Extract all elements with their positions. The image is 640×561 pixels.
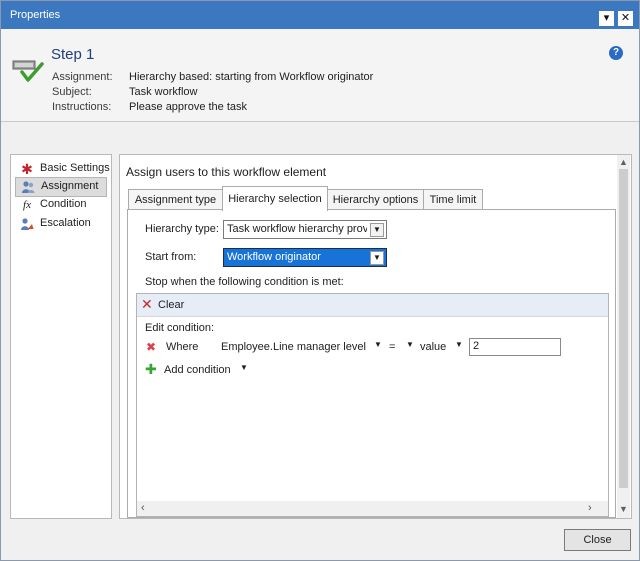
nav-item-label: Basic Settings xyxy=(40,162,110,174)
clear-label: Clear xyxy=(158,299,185,311)
condition-editor: ✕ Clear Edit condition: ✖ Where Employee… xyxy=(136,293,609,517)
nav-item-label: Condition xyxy=(40,198,87,210)
help-icon[interactable]: ? xyxy=(609,46,623,60)
function-icon: fx xyxy=(23,199,31,211)
hierarchy-type-label: Hierarchy type: xyxy=(145,223,219,235)
users-icon xyxy=(22,181,35,193)
assignment-panel: Assign users to this workflow element As… xyxy=(119,154,632,519)
red-x-icon: ✕ xyxy=(141,296,153,312)
where-label: Where xyxy=(166,341,199,353)
nav-item-label: Assignment xyxy=(41,180,99,192)
instructions-value: Please approve the task xyxy=(129,101,248,113)
scroll-down-icon[interactable]: ▼ xyxy=(617,503,630,515)
header-divider xyxy=(1,121,639,122)
subject-label: Subject: xyxy=(52,86,92,98)
vertical-scrollbar[interactable]: ▲ ▼ xyxy=(617,155,630,518)
scrollbar-thumb[interactable] xyxy=(619,169,628,488)
start-from-value: Workflow originator xyxy=(227,251,321,263)
element-nav: ✱ Basic Settings Assignment fx Condition… xyxy=(10,154,112,519)
escalation-icon xyxy=(21,218,34,230)
chevron-down-icon: ▼ xyxy=(370,251,384,265)
nav-item-label: Escalation xyxy=(40,217,91,229)
add-condition-label: Add condition xyxy=(164,364,231,376)
nav-item-escalation[interactable]: Escalation xyxy=(15,215,105,233)
condition-operator[interactable]: = xyxy=(389,341,395,353)
chevron-down-icon: ▼ xyxy=(240,363,248,372)
start-from-label: Start from: xyxy=(145,251,197,263)
close-button[interactable]: Close xyxy=(564,529,631,551)
tab-time-limit[interactable]: Time limit xyxy=(423,189,483,210)
nav-item-basic-settings[interactable]: ✱ Basic Settings xyxy=(15,160,110,178)
nav-item-assignment[interactable]: Assignment xyxy=(15,177,107,197)
properties-dialog: Properties ▾ ✕ Step 1 ? Assignment: Hier… xyxy=(0,0,640,561)
condition-field[interactable]: Employee.Line manager level xyxy=(221,341,366,353)
condition-toolbar: ✕ Clear xyxy=(137,294,608,317)
tab-content: Hierarchy type: Task workflow hierarchy … xyxy=(127,209,616,518)
condition-value-input[interactable]: 2 xyxy=(469,338,561,356)
instructions-label: Instructions: xyxy=(52,101,112,113)
chevron-down-icon: ▼ xyxy=(370,223,384,237)
chevron-down-icon[interactable]: ▼ xyxy=(406,340,414,349)
remove-condition-icon[interactable]: ✖ xyxy=(146,340,156,354)
stop-condition-label: Stop when the following condition is met… xyxy=(145,276,344,288)
chevron-down-icon[interactable]: ▼ xyxy=(374,340,382,349)
add-condition-button[interactable]: ✚ Add condition ▼ xyxy=(145,361,255,378)
tab-hierarchy-selection[interactable]: Hierarchy selection xyxy=(222,186,328,211)
condition-value: 2 xyxy=(473,340,480,352)
window-title: Properties xyxy=(10,9,61,21)
step-title: Step 1 xyxy=(51,46,95,63)
horizontal-scrollbar[interactable]: ‹ › xyxy=(137,501,608,516)
subject-value: Task workflow xyxy=(129,86,198,98)
window-menu-button[interactable]: ▾ xyxy=(599,11,614,26)
panel-title: Assign users to this workflow element xyxy=(126,165,327,179)
scroll-right-icon[interactable]: › xyxy=(588,502,598,514)
chevron-down-icon[interactable]: ▼ xyxy=(455,340,463,349)
start-from-select[interactable]: Workflow originator ▼ xyxy=(223,248,387,267)
scroll-up-icon[interactable]: ▲ xyxy=(617,156,630,168)
window-close-button[interactable]: ✕ xyxy=(618,11,633,26)
assignment-label: Assignment: xyxy=(52,71,113,83)
plus-icon: ✚ xyxy=(145,361,157,377)
tab-assignment-type[interactable]: Assignment type xyxy=(128,189,223,210)
edit-condition-label: Edit condition: xyxy=(145,322,215,334)
condition-value-type[interactable]: value xyxy=(420,341,446,353)
tab-hierarchy-options[interactable]: Hierarchy options xyxy=(327,189,424,210)
step-checkmark-icon xyxy=(12,60,44,82)
asterisk-icon: ✱ xyxy=(21,161,33,177)
nav-item-condition[interactable]: fx Condition xyxy=(15,196,105,214)
hierarchy-type-select[interactable]: Task workflow hierarchy prov ▼ xyxy=(223,220,387,239)
scroll-left-icon[interactable]: ‹ xyxy=(141,502,151,514)
hierarchy-type-value: Task workflow hierarchy prov xyxy=(227,223,367,235)
title-bar: Properties ▾ ✕ xyxy=(1,1,639,29)
assignment-value: Hierarchy based: starting from Workflow … xyxy=(129,71,374,83)
